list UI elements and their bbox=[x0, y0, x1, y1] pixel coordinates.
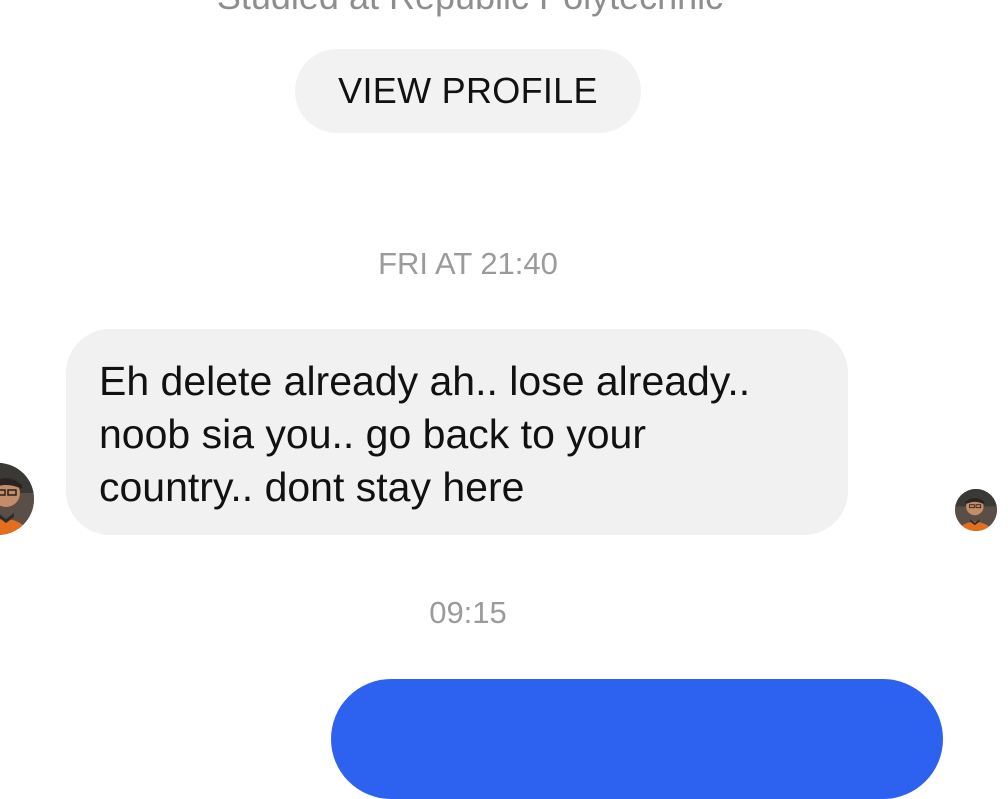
message-line: noob sia you.. go back to your bbox=[99, 411, 647, 457]
outgoing-message-bubble[interactable] bbox=[331, 679, 943, 799]
contact-avatar[interactable] bbox=[0, 463, 34, 535]
view-profile-button[interactable]: VIEW PROFILE bbox=[295, 49, 641, 133]
profile-subtitle: Studied at Republic Polytechnic bbox=[0, 0, 940, 18]
message-line: country.. dont stay here bbox=[99, 464, 525, 510]
seen-avatar bbox=[955, 489, 997, 531]
incoming-message-bubble[interactable]: Eh delete already ah.. lose already.. no… bbox=[66, 329, 848, 535]
message-line: Eh delete already ah.. lose already.. bbox=[99, 358, 751, 404]
message-timestamp: FRI AT 21:40 bbox=[378, 246, 558, 281]
message-timestamp: 09:15 bbox=[429, 595, 507, 630]
